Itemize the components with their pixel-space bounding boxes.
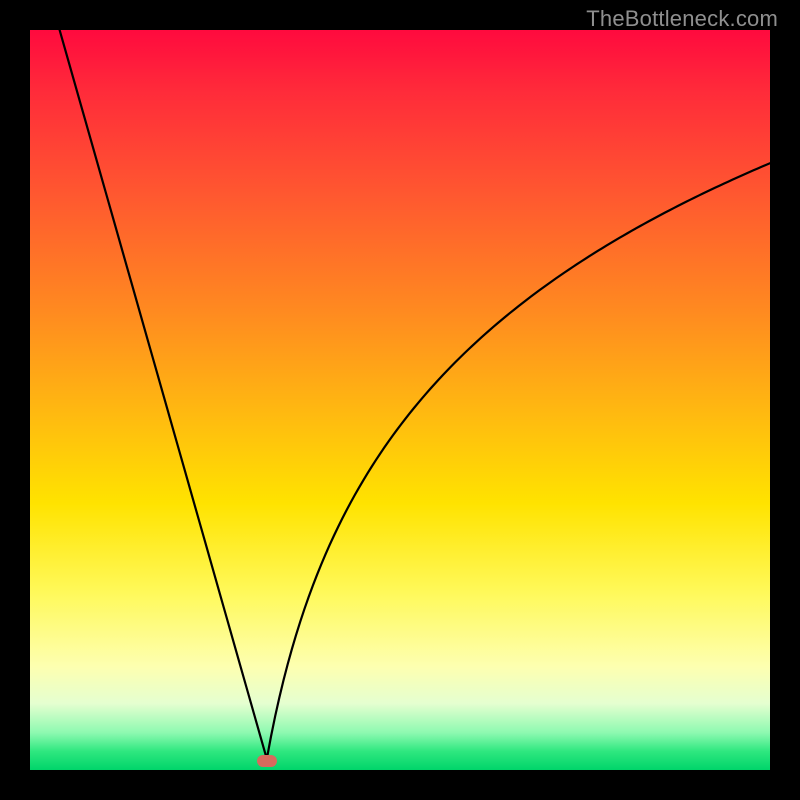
- plot-area: [30, 30, 770, 770]
- chart-frame: TheBottleneck.com: [0, 0, 800, 800]
- watermark-text: TheBottleneck.com: [586, 6, 778, 32]
- bottleneck-curve: [30, 30, 770, 770]
- optimum-marker: [257, 755, 277, 767]
